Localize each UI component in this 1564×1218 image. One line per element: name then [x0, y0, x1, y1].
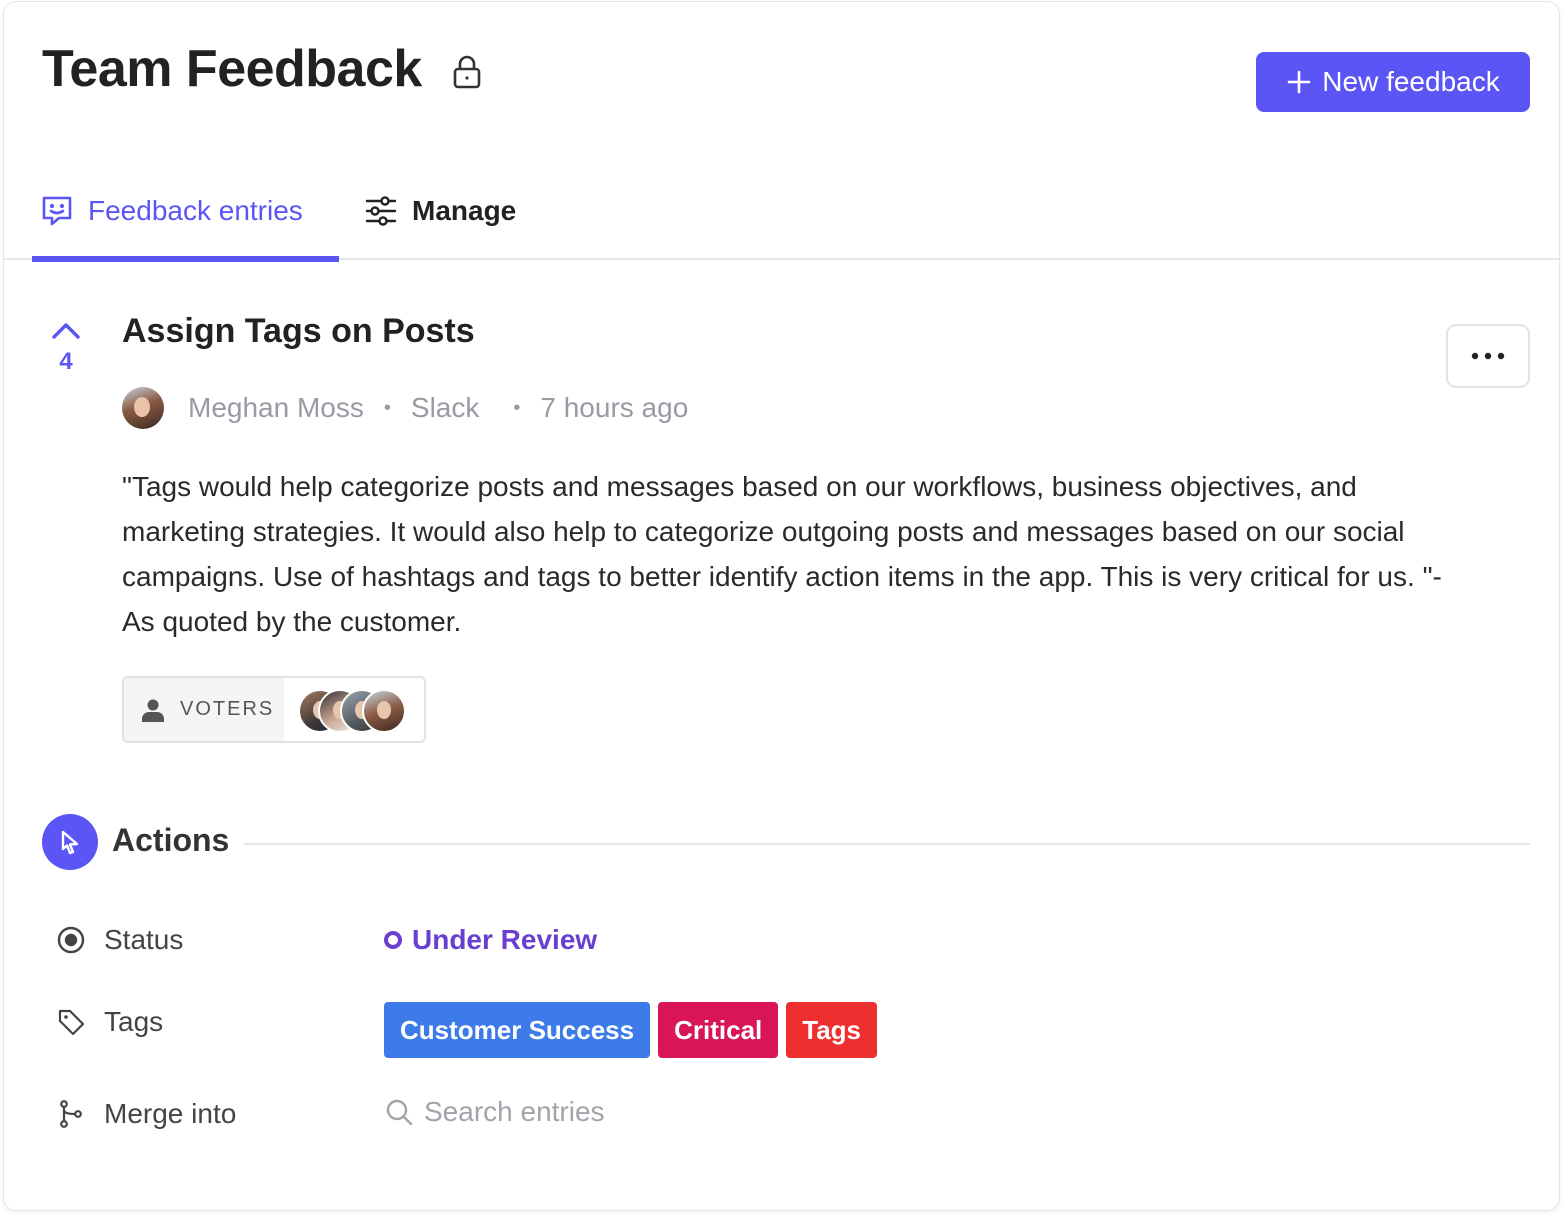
- search-icon: [386, 1099, 413, 1126]
- status-label: Status: [104, 924, 184, 955]
- divider: [244, 843, 1530, 845]
- merge-search: [384, 1096, 784, 1128]
- new-feedback-button[interactable]: New feedback: [1256, 52, 1530, 112]
- source-label: Slack: [410, 392, 480, 423]
- tag-customer-success[interactable]: Customer Success: [384, 1002, 651, 1058]
- tab-manage[interactable]: Manage: [364, 162, 516, 260]
- chat-smile-icon: [42, 196, 72, 226]
- feedback-card: Team Feedback New feedback Feedback entr…: [4, 2, 1559, 1210]
- voters-box[interactable]: VOTERS: [122, 676, 426, 743]
- actions-heading: Actions: [112, 822, 230, 858]
- new-feedback-label: New feedback: [1322, 66, 1500, 97]
- tags-label: Tags: [104, 1006, 164, 1037]
- status-row-label: Status: [56, 924, 183, 956]
- merge-label: Merge into: [104, 1098, 237, 1129]
- user-icon: [142, 699, 164, 722]
- voters-label-text: VOTERS: [180, 698, 275, 720]
- search-entries-input[interactable]: [424, 1096, 784, 1128]
- tab-feedback-entries-label: Feedback entries: [88, 195, 303, 226]
- merge-row-label: Merge into: [56, 1098, 236, 1130]
- status-dot: [384, 931, 402, 949]
- status-value: Under Review: [412, 924, 598, 955]
- entry-title[interactable]: Assign Tags on Posts: [122, 312, 475, 351]
- voter-avatar[interactable]: [362, 689, 406, 733]
- lock-icon: [453, 55, 481, 89]
- tab-bar: Feedback entries Manage: [4, 162, 1559, 262]
- vote-count: 4: [59, 348, 73, 375]
- more-options-button[interactable]: [1446, 324, 1530, 388]
- voter-avatars: [284, 678, 424, 741]
- actions-badge: [42, 814, 98, 870]
- chevron-up-icon: [52, 323, 80, 339]
- tag-icon: [58, 1009, 85, 1036]
- tab-manage-label: Manage: [412, 195, 517, 226]
- tag-list: Customer Success Critical Tags: [384, 1002, 878, 1058]
- avatar[interactable]: [122, 387, 164, 429]
- timestamp: 7 hours ago: [540, 392, 689, 423]
- sliders-icon: [365, 196, 397, 226]
- author-name[interactable]: Meghan Moss: [188, 392, 364, 424]
- git-branch-icon: [60, 1100, 82, 1128]
- plus-icon: [1287, 70, 1311, 94]
- radio-target-icon: [57, 926, 85, 954]
- voters-label: VOTERS: [124, 678, 284, 741]
- cursor-icon: [61, 830, 79, 855]
- ellipsis-icon: [1471, 352, 1505, 360]
- separator-dot: •: [513, 396, 521, 419]
- entry-body: "Tags would help categorize posts and me…: [122, 471, 1442, 637]
- tag-critical[interactable]: Critical: [658, 1002, 779, 1058]
- tags-row-label: Tags: [56, 1006, 163, 1038]
- separator-dot: •: [383, 396, 391, 419]
- upvote-button[interactable]: 4: [48, 320, 84, 376]
- entry-meta: Meghan Moss • Slack • 7 hours ago: [122, 386, 688, 430]
- page-title: Team Feedback: [42, 40, 422, 98]
- tab-feedback-entries[interactable]: Feedback entries: [32, 162, 339, 262]
- tag-tags[interactable]: Tags: [786, 1002, 878, 1058]
- status-dropdown[interactable]: Under Review: [384, 924, 597, 956]
